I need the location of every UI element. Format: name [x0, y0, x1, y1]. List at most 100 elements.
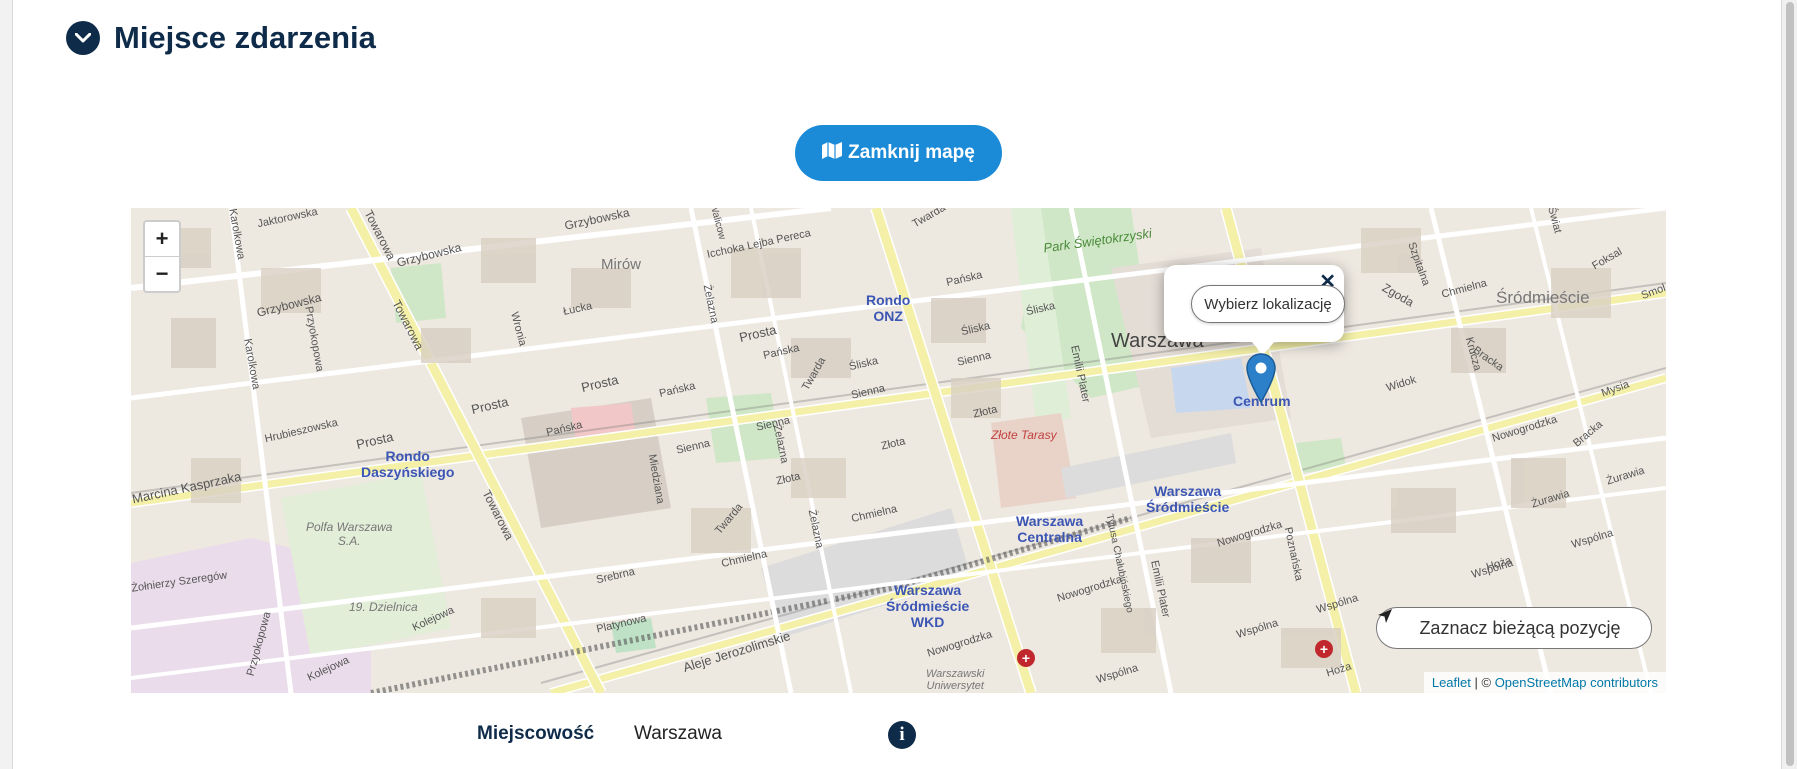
map-label-street: Sienna [850, 382, 887, 402]
city-value: Warszawa [634, 723, 722, 744]
map-label-street: Wronia [508, 310, 529, 348]
attribution-separator: | © [1470, 675, 1495, 690]
osm-link[interactable]: OpenStreetMap contributors [1495, 675, 1658, 690]
map-label-street: Nowogrodzka [1490, 413, 1559, 445]
map-label-street: Emilii Plater [1148, 559, 1172, 619]
map-label-street: Żelazna [700, 283, 721, 325]
map-label-street: Sienna [675, 437, 712, 457]
map-label-place: Rondo Daszyńskiego [361, 448, 455, 480]
map-label-place: 19. Dzielnica [349, 600, 418, 614]
map-label-street: Hoża [1324, 660, 1353, 680]
map-label-street: Żurawia [1605, 464, 1647, 488]
map-label-street: Nowogrodzka [1055, 573, 1124, 605]
scrollbar[interactable] [1783, 0, 1797, 769]
map-label-street: Chmielna [1440, 277, 1489, 301]
map-label-street: Karolkowa [226, 208, 248, 261]
map-label-street: Wspólna [1570, 527, 1615, 551]
map-label-street: Srebrna [595, 565, 636, 587]
map-label-street: Przyokopowa [244, 610, 274, 678]
map-label-street: Pańska [945, 269, 984, 289]
zoom-in-button[interactable]: + [145, 222, 179, 256]
map-label-street: Emilii Plater [1068, 344, 1092, 404]
map-label-street: Przyokopowa [302, 305, 326, 373]
map-label-street: Jaktorowska [256, 208, 319, 231]
map-label-street: Poznańska [1281, 526, 1305, 582]
map-label-street: Sienna [956, 349, 993, 369]
map-label-street: Marcina Kasprzaka [131, 468, 243, 507]
map-label-street: Pańska [658, 380, 697, 400]
map-label-street: Wspólna [1315, 592, 1360, 616]
scrollbar-thumb[interactable] [1786, 2, 1794, 766]
map-view[interactable]: Jaktorowska Grzybowska Grzybowska Grzybo… [131, 208, 1666, 693]
map-label-street: Szpitalna [1405, 240, 1433, 288]
map-label-street: Widok [1384, 373, 1418, 395]
map-label-street: Prosta [579, 371, 620, 396]
map-label-street: Nowogrodzka [1215, 518, 1284, 550]
map-label-street: Wspólna [1095, 662, 1140, 686]
map-label-place: Warszawski Uniwersytet [926, 668, 985, 692]
location-popup: ✕ Wybierz lokalizację [1164, 265, 1345, 342]
map-label-street: Towarowa [361, 208, 399, 263]
hospital-icon: + [1315, 640, 1333, 658]
map-label-street: Tytusa Chałubińskiego [1103, 513, 1136, 614]
leaflet-link[interactable]: Leaflet [1432, 675, 1471, 690]
map-label-street: Bracka [1571, 418, 1606, 450]
map-label-street: Walicow [707, 208, 728, 241]
map-label-street: Wspólna [1235, 617, 1280, 641]
map-label-street: Pańska [545, 419, 584, 439]
map-label-place: Warszawa Śródmieście WKD [886, 582, 970, 630]
map-label-street: Twarda [910, 208, 948, 231]
map-label-street: Platynowa [595, 612, 648, 636]
map-label-street: Hrubieszowska [263, 416, 339, 446]
hospital-icon: + [1017, 649, 1035, 667]
map-label-street: Foksal [1590, 245, 1625, 273]
zoom-out-button[interactable]: − [145, 256, 179, 291]
map-label-street: Prosta [469, 393, 510, 418]
zoom-control: + − [143, 220, 181, 293]
map-label-street: Towarowa [389, 297, 427, 353]
map-label-street: Twarda [712, 501, 746, 537]
map-label-street: Śliska [960, 319, 992, 339]
map-label-street: Zgoda [1379, 280, 1417, 310]
map-label-street: Karolkowa [241, 337, 263, 391]
map-label-street: Towarowa [479, 487, 517, 543]
section-title: Miejsce zdarzenia [114, 20, 376, 55]
map-label-street: Chmielna [850, 502, 899, 526]
map-label-street: Mysia [1599, 378, 1631, 400]
close-map-button[interactable]: Zamknij mapę [795, 125, 1002, 181]
map-label-place: Warszawa Centralna [1016, 513, 1084, 545]
select-location-button[interactable]: Wybierz lokalizację [1191, 285, 1345, 323]
map-label-street: Grzybowska [563, 208, 631, 233]
map-label-street: Twarda [799, 355, 829, 393]
locate-label: Zaznacz bieżącą pozycję [1419, 617, 1621, 638]
locate-current-position-button[interactable]: Zaznacz bieżącą pozycję [1376, 607, 1652, 649]
map-label-street: Smol [1639, 282, 1666, 302]
map-label-place: Złote Tarasy [991, 428, 1057, 442]
map-label-street: Nowogrodzka [925, 628, 994, 660]
map-label-street: Żelazna [805, 508, 826, 550]
map-label-street: Łucka [562, 300, 594, 318]
map-label-street: Pańska [762, 342, 801, 362]
map-label-place: Polfa Warszawa S.A. [306, 520, 393, 548]
map-label-street: Kolejowa [305, 654, 352, 684]
close-map-label: Zamknij mapę [848, 142, 975, 163]
map-label-street: Świat [1545, 208, 1564, 235]
map-icon [822, 141, 843, 165]
chevron-down-icon[interactable] [66, 21, 100, 55]
map-label-street: Śliska [848, 354, 880, 374]
map-label-street: Złota [971, 403, 999, 421]
map-attribution: Leaflet | © OpenStreetMap contributors [1423, 672, 1666, 693]
map-label-street: Żurawia [1530, 487, 1572, 511]
map-label-district: Śródmieście [1496, 288, 1590, 307]
map-label-street: Prosta [737, 321, 778, 346]
map-label-street: Złota [879, 435, 907, 453]
map-label-street: Złota [774, 470, 802, 488]
info-icon[interactable]: i [888, 721, 916, 749]
map-label-street: Grzybowska [395, 240, 463, 270]
map-label-street: Miedziana [645, 453, 667, 505]
map-label-street: Żołnierzy Szeregów [131, 569, 228, 595]
city-label: Miejscowość [477, 723, 595, 744]
map-label-place: Warszawa Śródmieście [1146, 483, 1230, 515]
section-header[interactable]: Miejsce zdarzenia [66, 20, 376, 56]
map-label-park: Park Świętokrzyski [1042, 225, 1153, 256]
